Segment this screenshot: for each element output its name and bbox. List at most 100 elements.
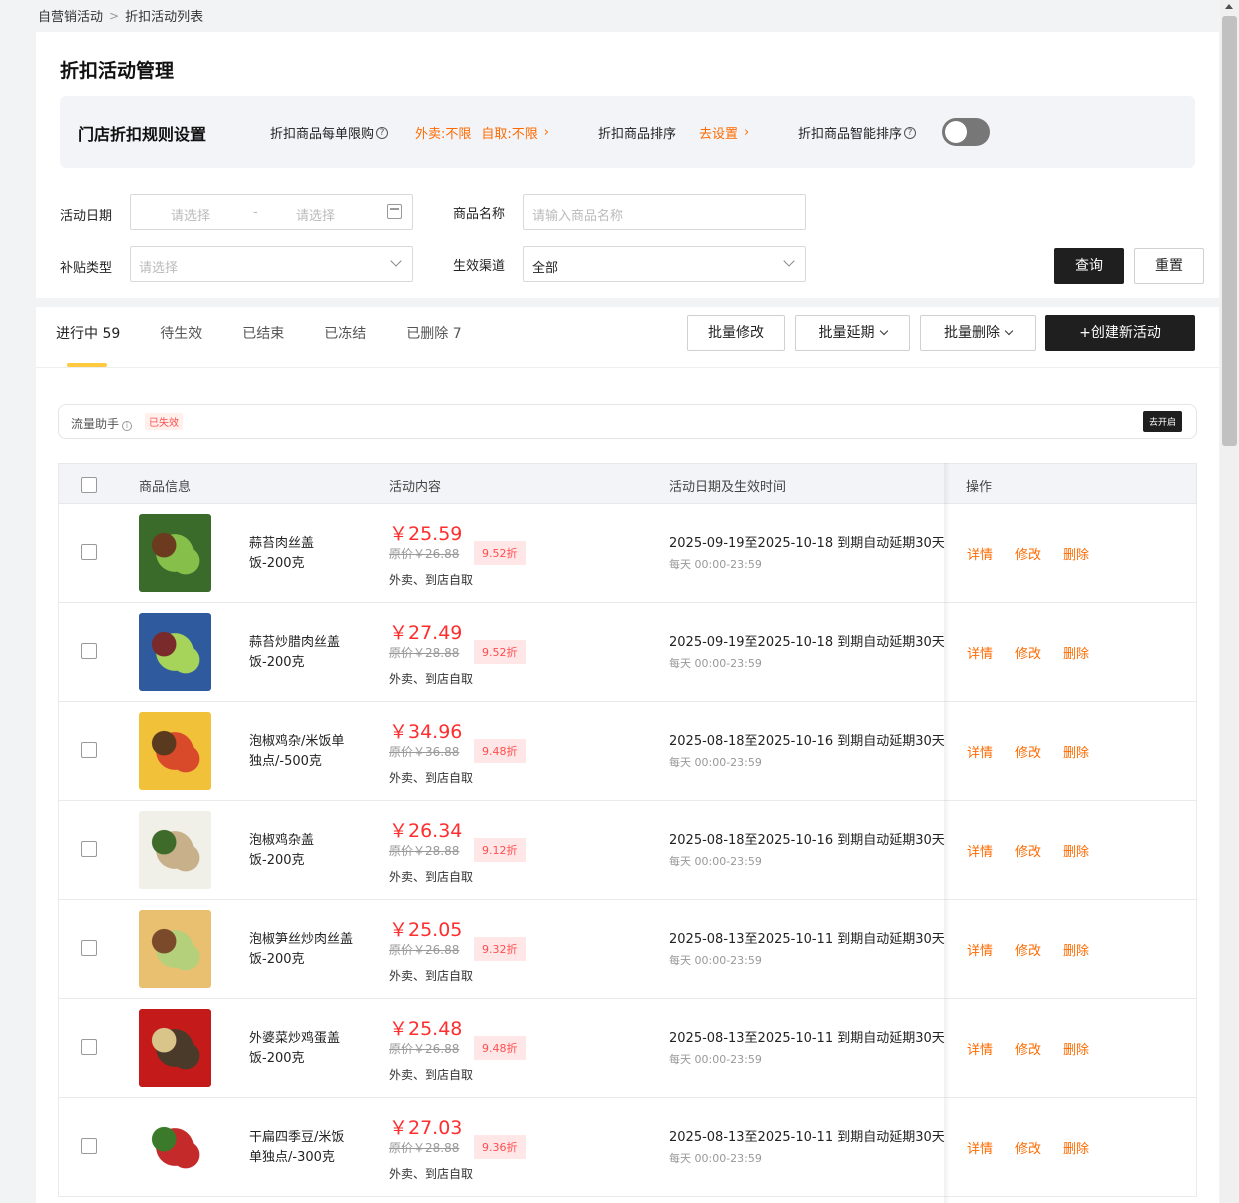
channels: 外卖、到店自取 [389, 1167, 474, 1181]
delete-link[interactable]: 删除 [1063, 1039, 1089, 1058]
original-price: 原价￥26.88 [389, 547, 460, 561]
product-name: 泡椒鸡杂盖饭-200克 [249, 833, 315, 868]
info-icon[interactable]: i [122, 421, 133, 431]
batch-edit-button[interactable]: 批量修改 [687, 315, 785, 351]
subsidy-label: 补贴类型 [60, 261, 113, 276]
daily-time: 每天 00:00-23:59 [669, 954, 762, 967]
delete-link[interactable]: 删除 [1063, 643, 1089, 662]
tab-pending[interactable]: 待生效 [160, 323, 202, 343]
row-actions: 详情 修改 删除 [967, 742, 1089, 761]
row-actions: 详情 修改 删除 [967, 544, 1089, 563]
sort-setup-link[interactable]: 去设置 › [699, 123, 749, 142]
edit-link[interactable]: 修改 [1015, 742, 1041, 761]
row-checkbox[interactable] [81, 544, 97, 560]
select-all-checkbox[interactable] [81, 477, 97, 493]
channel-select[interactable]: 全部 [523, 246, 806, 282]
help-icon[interactable]: ? [904, 126, 917, 139]
edit-link[interactable]: 修改 [1015, 1138, 1041, 1157]
detail-link[interactable]: 详情 [967, 643, 993, 662]
row-checkbox[interactable] [81, 1138, 97, 1154]
table-row: 干扁四季豆/米饭单独点/-300克 ￥27.03 原价￥28.88 9.36折 … [58, 1098, 1197, 1197]
edit-link[interactable]: 修改 [1015, 940, 1041, 959]
tab-frozen[interactable]: 已冻结 [324, 323, 366, 343]
original-price: 原价￥36.88 [389, 745, 460, 759]
breadcrumb-current: 折扣活动列表 [125, 10, 204, 25]
discount-price: ￥25.48 [389, 1018, 463, 1040]
daily-time: 每天 00:00-23:59 [669, 558, 762, 571]
product-name-input[interactable]: 请输入商品名称 [523, 194, 806, 230]
edit-link[interactable]: 修改 [1015, 643, 1041, 662]
delete-link[interactable]: 删除 [1063, 742, 1089, 761]
product-name: 外婆菜炒鸡蛋盖饭-200克 [249, 1031, 341, 1066]
date-start: 请选择 [171, 209, 211, 224]
breadcrumb-root[interactable]: 自营销活动 [38, 6, 103, 25]
delete-link[interactable]: 删除 [1063, 544, 1089, 563]
toggle-knob [945, 121, 967, 143]
discount-price: ￥25.05 [389, 919, 463, 941]
detail-link[interactable]: 详情 [967, 1039, 993, 1058]
limit-values-link[interactable]: 外卖:不限 自取:不限 › [415, 123, 549, 142]
date-end: 请选择 [296, 209, 336, 224]
help-icon[interactable]: ? [376, 126, 389, 139]
row-actions: 详情 修改 删除 [967, 841, 1089, 860]
daily-time: 每天 00:00-23:59 [669, 657, 762, 670]
row-checkbox[interactable] [81, 1039, 97, 1055]
discount-badge: 9.48折 [474, 1036, 526, 1060]
traffic-label-text: 流量助手 [71, 417, 120, 431]
batch-extend-button[interactable]: 批量延期 [795, 315, 910, 351]
scrollbar-thumb[interactable] [1222, 16, 1237, 446]
edit-link[interactable]: 修改 [1015, 544, 1041, 563]
chevron-right-icon: › [543, 125, 549, 140]
detail-link[interactable]: 详情 [967, 940, 993, 959]
activity-dates: 2025-08-18至2025-10-16 到期自动延期30天 [669, 833, 945, 848]
original-price: 原价￥26.88 [389, 943, 460, 957]
delete-link[interactable]: 删除 [1063, 940, 1089, 959]
tab-ended[interactable]: 已结束 [242, 323, 284, 343]
table-row: 泡椒笋丝炒肉丝盖饭-200克 ￥25.05 原价￥26.88 9.32折 外卖、… [58, 900, 1197, 999]
original-price: 原价￥28.88 [389, 646, 460, 660]
detail-link[interactable]: 详情 [967, 841, 993, 860]
channels: 外卖、到店自取 [389, 672, 474, 686]
tab-deleted[interactable]: 已删除 7 [406, 323, 461, 343]
detail-link[interactable]: 详情 [967, 742, 993, 761]
product-thumbnail [139, 910, 211, 988]
table-row: 泡椒鸡杂/米饭单独点/-500克 ￥34.96 原价￥36.88 9.48折 外… [58, 702, 1197, 801]
enable-traffic-button[interactable]: 去开启 [1142, 411, 1182, 432]
product-name-placeholder: 请输入商品名称 [532, 209, 624, 224]
batch-delete-button[interactable]: 批量删除 [920, 315, 1036, 351]
channels: 外卖、到店自取 [389, 1068, 474, 1082]
subsidy-select[interactable]: 请选择 [130, 246, 413, 282]
activity-dates: 2025-08-13至2025-10-11 到期自动延期30天 [669, 1130, 945, 1145]
row-checkbox[interactable] [81, 841, 97, 857]
row-checkbox[interactable] [81, 643, 97, 659]
page-scrollbar[interactable] [1220, 0, 1239, 1203]
activity-dates: 2025-08-13至2025-10-11 到期自动延期30天 [669, 1031, 945, 1046]
create-activity-button[interactable]: +创建新活动 [1045, 315, 1195, 351]
traffic-assistant-label: 流量助手 i [71, 415, 133, 432]
row-checkbox[interactable] [81, 940, 97, 956]
scroll-up-arrow-icon[interactable] [1225, 4, 1233, 9]
detail-link[interactable]: 详情 [967, 1138, 993, 1157]
smart-sort-toggle[interactable] [942, 118, 990, 146]
tab-ongoing[interactable]: 进行中 59 [56, 323, 120, 343]
detail-link[interactable]: 详情 [967, 544, 993, 563]
row-actions: 详情 修改 删除 [967, 1039, 1089, 1058]
date-range-picker[interactable]: 请选择 - 请选择 [130, 194, 413, 230]
header-actions: 操作 [966, 480, 993, 495]
row-actions: 详情 修改 删除 [967, 643, 1089, 662]
channel-label: 生效渠道 [453, 259, 506, 274]
original-price: 原价￥26.88 [389, 1042, 460, 1056]
edit-link[interactable]: 修改 [1015, 841, 1041, 860]
product-name: 蒜苔炒腊肉丝盖饭-200克 [249, 635, 341, 670]
reset-button[interactable]: 重置 [1134, 248, 1204, 284]
discount-price: ￥34.96 [389, 721, 463, 743]
delete-link[interactable]: 删除 [1063, 841, 1089, 860]
delete-link[interactable]: 删除 [1063, 1138, 1089, 1157]
traffic-assistant-bar: 流量助手 i 已失效 去开启 [58, 404, 1197, 439]
store-rules-panel: 门店折扣规则设置 折扣商品每单限购 ? 外卖:不限 自取:不限 › 折扣商品排序… [60, 96, 1195, 168]
row-checkbox[interactable] [81, 742, 97, 758]
edit-link[interactable]: 修改 [1015, 1039, 1041, 1058]
name-label: 商品名称 [453, 207, 506, 222]
discount-badge: 9.52折 [474, 541, 526, 565]
query-button[interactable]: 查询 [1054, 248, 1124, 284]
